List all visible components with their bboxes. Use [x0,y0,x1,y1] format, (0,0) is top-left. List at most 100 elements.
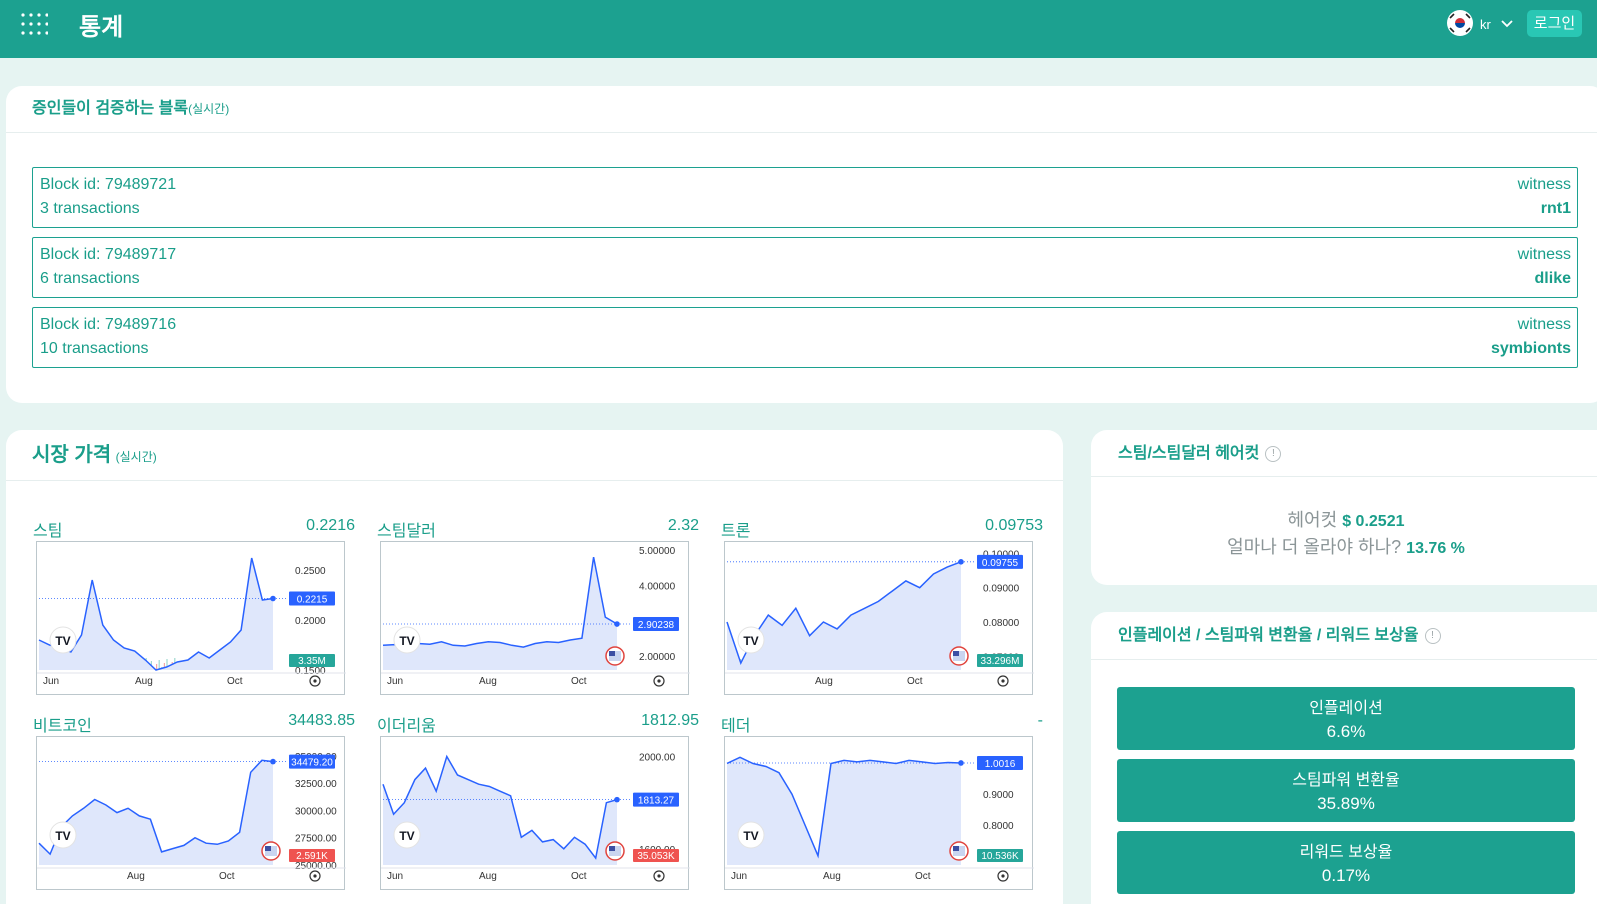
block-transactions: 10 transactions [40,340,149,357]
haircut-rise-value: 13.76 % [1406,540,1465,557]
x-tick-label: Oct [915,871,931,882]
market-price: 0.09753 [985,517,1043,534]
tradingview-logo-text: TV [743,829,758,843]
volume-badge-label: 35.053K [637,851,675,862]
market-name: 트론 [721,523,751,540]
x-tick-label: Aug [823,871,841,882]
market-name: 이더리움 [377,718,436,735]
tradingview-logo-text: TV [55,829,70,843]
login-button[interactable]: 로그인 [1527,10,1582,37]
last-point [270,758,276,765]
volume-badge-label: 2.591K [296,851,328,862]
witness-label: witness [1517,176,1571,193]
market-price: - [1037,712,1043,729]
price-chart[interactable]: 0.2500 0.2000 0.1500 0.2215 3.35M TV Jun Aug Oct [36,541,346,695]
market-card: 시장 가격 (실시간) 스팀 0.2216 0.2500 0.2000 0.1500… [6,430,1063,904]
price-badge-label: 0.2215 [297,595,328,606]
series-area [727,757,961,865]
block-id: Block id: 79489717 [40,246,177,263]
blocks-card: 증인들이 검증하는 블록(실시간) Block id: 79489721 3 t… [6,86,1597,403]
block-row[interactable]: Block id: 79489721 3 transactions witnes… [32,167,1578,228]
price-chart[interactable]: 1.00000.90000.80000.70001.001610.536KTVJ… [724,736,1034,890]
haircut-line: 헤어컷 $ 0.2521 [1091,506,1597,532]
chevron-down-icon[interactable] [1500,18,1514,30]
market-price: 34483.85 [288,712,355,729]
info-icon[interactable]: ! [1265,445,1282,462]
market-name: 테더 [721,718,751,735]
x-tick-label: Oct [227,676,243,687]
last-point [614,621,620,627]
y-tick-label: 0.9000 [983,790,1014,801]
market-title-text: 시장 가격 [32,444,112,466]
rate-value: 6.6% [1326,722,1366,741]
series-area [39,558,273,670]
grid-menu-icon[interactable] [20,12,48,36]
us-flag-canton [953,846,959,851]
gear-icon-center [313,679,317,683]
rate-label: 스팀파워 변환율 [1292,772,1400,789]
gear-icon-center [313,874,317,878]
witness-label: witness [1517,316,1571,333]
price-chart[interactable]: 5.000004.000003.000002.000002.90238TVJun… [380,541,690,695]
y-tick-label: 2000.00 [639,753,676,764]
x-tick-label: Jun [43,676,59,687]
y-tick-label: 0.1500 [295,666,326,677]
last-point [270,595,276,602]
market-name: 스팀달러 [377,523,436,540]
block-row[interactable]: Block id: 79489717 6 transactions witnes… [32,237,1578,298]
info-icon[interactable]: ! [1424,627,1441,644]
block-row[interactable]: Block id: 79489716 10 transactions witne… [32,307,1578,368]
witness-label: witness [1517,246,1571,263]
x-tick-label: Oct [571,676,587,687]
block-transactions: 3 transactions [40,200,140,217]
price-chart[interactable]: 35000.0032500.0030000.0027500.0025000.00… [36,736,346,890]
tradingview-logo-text: TV [55,634,70,648]
korea-flag-icon[interactable] [1446,9,1474,37]
x-tick-label: Aug [815,676,833,687]
y-tick-label: 0.8000 [983,821,1014,832]
volume-badge-label: 10.536K [981,851,1019,862]
volume-badge-label: 33.296M [981,656,1020,667]
witness-name[interactable]: dlike [1535,270,1571,288]
block-transactions: 6 transactions [40,270,140,287]
haircut-title-text: 스팀/스팀달러 헤어컷 [1118,445,1260,462]
x-tick-label: Jun [387,676,403,687]
rate-value: 0.17% [1321,866,1371,885]
x-tick-label: Aug [127,871,145,882]
last-point [958,760,964,766]
witness-name[interactable]: rnt1 [1541,200,1571,218]
gear-icon-center [657,679,661,683]
blocks-title: 증인들이 검증하는 블록(실시간) [32,94,229,118]
haircut-card: 스팀/스팀달러 헤어컷! 헤어컷 $ 0.2521 얼마나 더 올라야 하나? … [1091,430,1597,585]
y-tick-label: 32500.00 [295,779,337,790]
haircut-rise-label: 얼마나 더 올라야 하나? [1227,537,1402,557]
tradingview-logo-text: TV [399,829,414,843]
price-chart[interactable]: 2000.001800.001600.001813.2735.053KTVJun… [380,736,690,890]
rate-label: 리워드 보상율 [1299,844,1393,861]
rates-card-header: 인플레이션 / 스팀파워 변환율 / 리워드 보상율! [1091,612,1597,660]
y-tick-label: 30000.00 [295,806,337,817]
price-badge-label: 34479.20 [291,758,333,769]
market-price: 1812.95 [641,712,699,729]
price-badge-label: 2.90238 [638,620,675,631]
y-tick-label: 5.00000 [639,546,676,557]
last-point [614,796,620,803]
market-price: 0.2216 [306,517,355,534]
x-tick-label: Aug [135,676,153,687]
series-area [383,557,617,670]
gear-icon-center [657,874,661,878]
rates-card: 인플레이션 / 스팀파워 변환율 / 리워드 보상율! 인플레이션 6.6% 스… [1091,612,1597,904]
block-id: Block id: 79489716 [40,316,177,333]
rates-title: 인플레이션 / 스팀파워 변환율 / 리워드 보상율! [1118,621,1441,645]
blocks-subtitle: (실시간) [188,102,230,116]
rate-value: 35.89% [1317,794,1375,813]
language-selector[interactable]: kr [1480,17,1491,32]
inflation-box: 인플레이션 6.6% [1117,687,1575,750]
witness-name[interactable]: symbionts [1491,340,1571,358]
us-flag-canton [953,651,959,656]
y-tick-label: 4.00000 [639,581,676,592]
tradingview-logo-text: TV [743,634,758,648]
price-chart[interactable]: 0.100000.090000.080000.070000.0975533.29… [724,541,1034,695]
x-tick-label: Oct [219,871,235,882]
haircut-title: 스팀/스팀달러 헤어컷! [1118,439,1282,463]
